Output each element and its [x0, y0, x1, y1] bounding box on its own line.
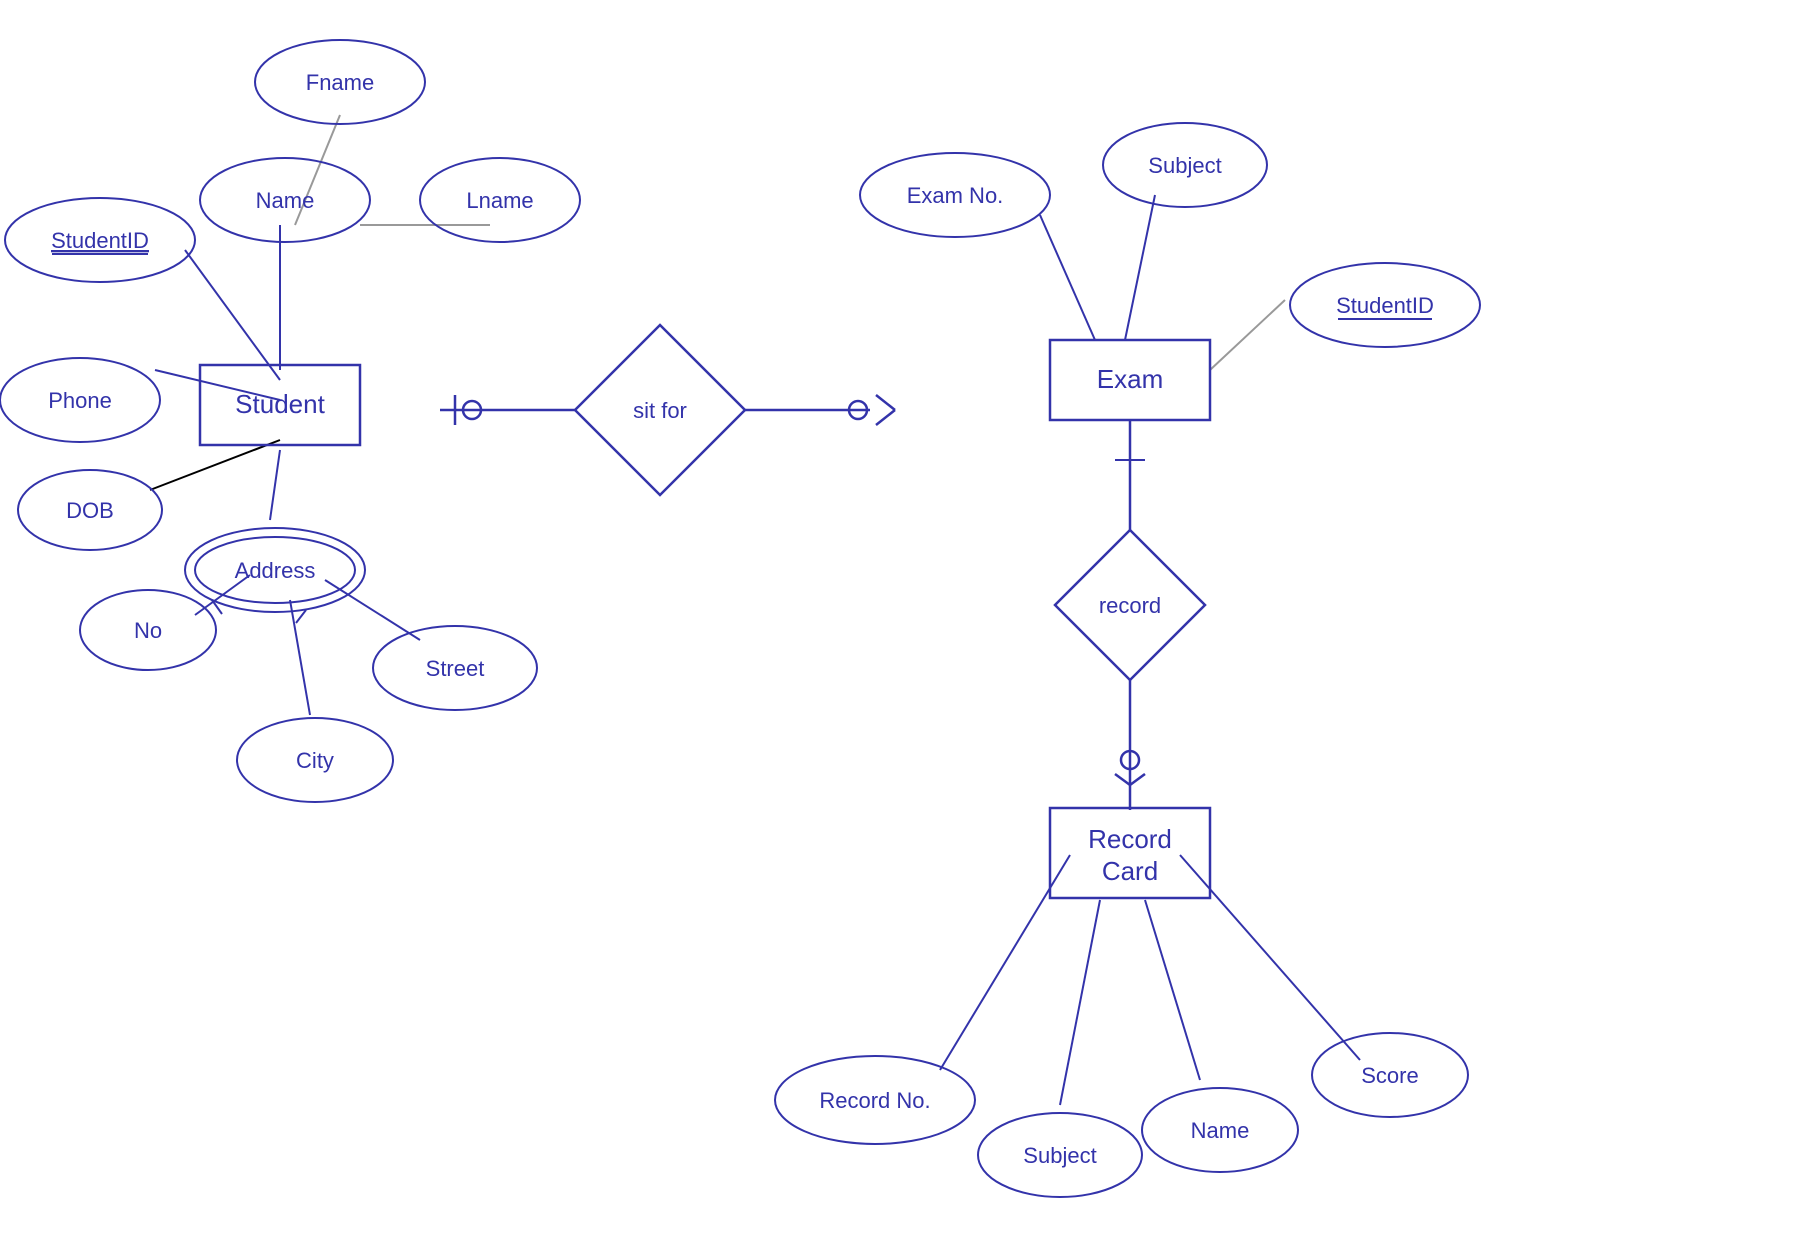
- attr-studentid-label: StudentID: [51, 228, 149, 253]
- line-dob-student: [150, 440, 280, 490]
- attr-name-rc-label: Name: [1191, 1118, 1250, 1143]
- crowfoot-bottom: [876, 410, 895, 425]
- attr-lname-label: Lname: [466, 188, 533, 213]
- line-address-student: [270, 450, 280, 520]
- attr-recordno-label: Record No.: [819, 1088, 930, 1113]
- entity-student-label: Student: [235, 389, 325, 419]
- line-subject-exam: [1125, 195, 1155, 340]
- attr-score-label: Score: [1361, 1063, 1418, 1088]
- attr-no-label: No: [134, 618, 162, 643]
- crowfoot-rc-right: [1130, 774, 1145, 785]
- entity-exam-label: Exam: [1097, 364, 1163, 394]
- attr-fname-label: Fname: [306, 70, 374, 95]
- attr-studentid2-label: StudentID: [1336, 293, 1434, 318]
- er-diagram: Student Exam Record Card sit for record …: [0, 0, 1800, 1250]
- line-examno-exam: [1040, 215, 1095, 340]
- line-studentid-student: [185, 250, 280, 380]
- rel-sitfor-label: sit for: [633, 398, 687, 423]
- line-name-rc: [1145, 900, 1200, 1080]
- attr-subject-exam-label: Subject: [1148, 153, 1221, 178]
- attr-subject-rc-label: Subject: [1023, 1143, 1096, 1168]
- entity-recordcard-label1: Record: [1088, 824, 1172, 854]
- line-studentid2-exam: [1210, 300, 1285, 370]
- line-subject-rc: [1060, 900, 1100, 1105]
- attr-address-label: Address: [235, 558, 316, 583]
- attr-examno-label: Exam No.: [907, 183, 1004, 208]
- attr-phone-label: Phone: [48, 388, 112, 413]
- crowfoot-rc-left: [1115, 774, 1130, 785]
- attr-street-label: Street: [426, 656, 485, 681]
- attr-dob-label: DOB: [66, 498, 114, 523]
- entity-recordcard-label2: Card: [1102, 856, 1158, 886]
- line-score-rc: [1180, 855, 1360, 1060]
- attr-city-label: City: [296, 748, 334, 773]
- diagram-svg: Student Exam Record Card sit for record …: [0, 0, 1800, 1250]
- crowfoot-top: [876, 395, 895, 410]
- rel-record-label: record: [1099, 593, 1161, 618]
- tick-address-city: [296, 610, 306, 623]
- attr-name-label: Name: [256, 188, 315, 213]
